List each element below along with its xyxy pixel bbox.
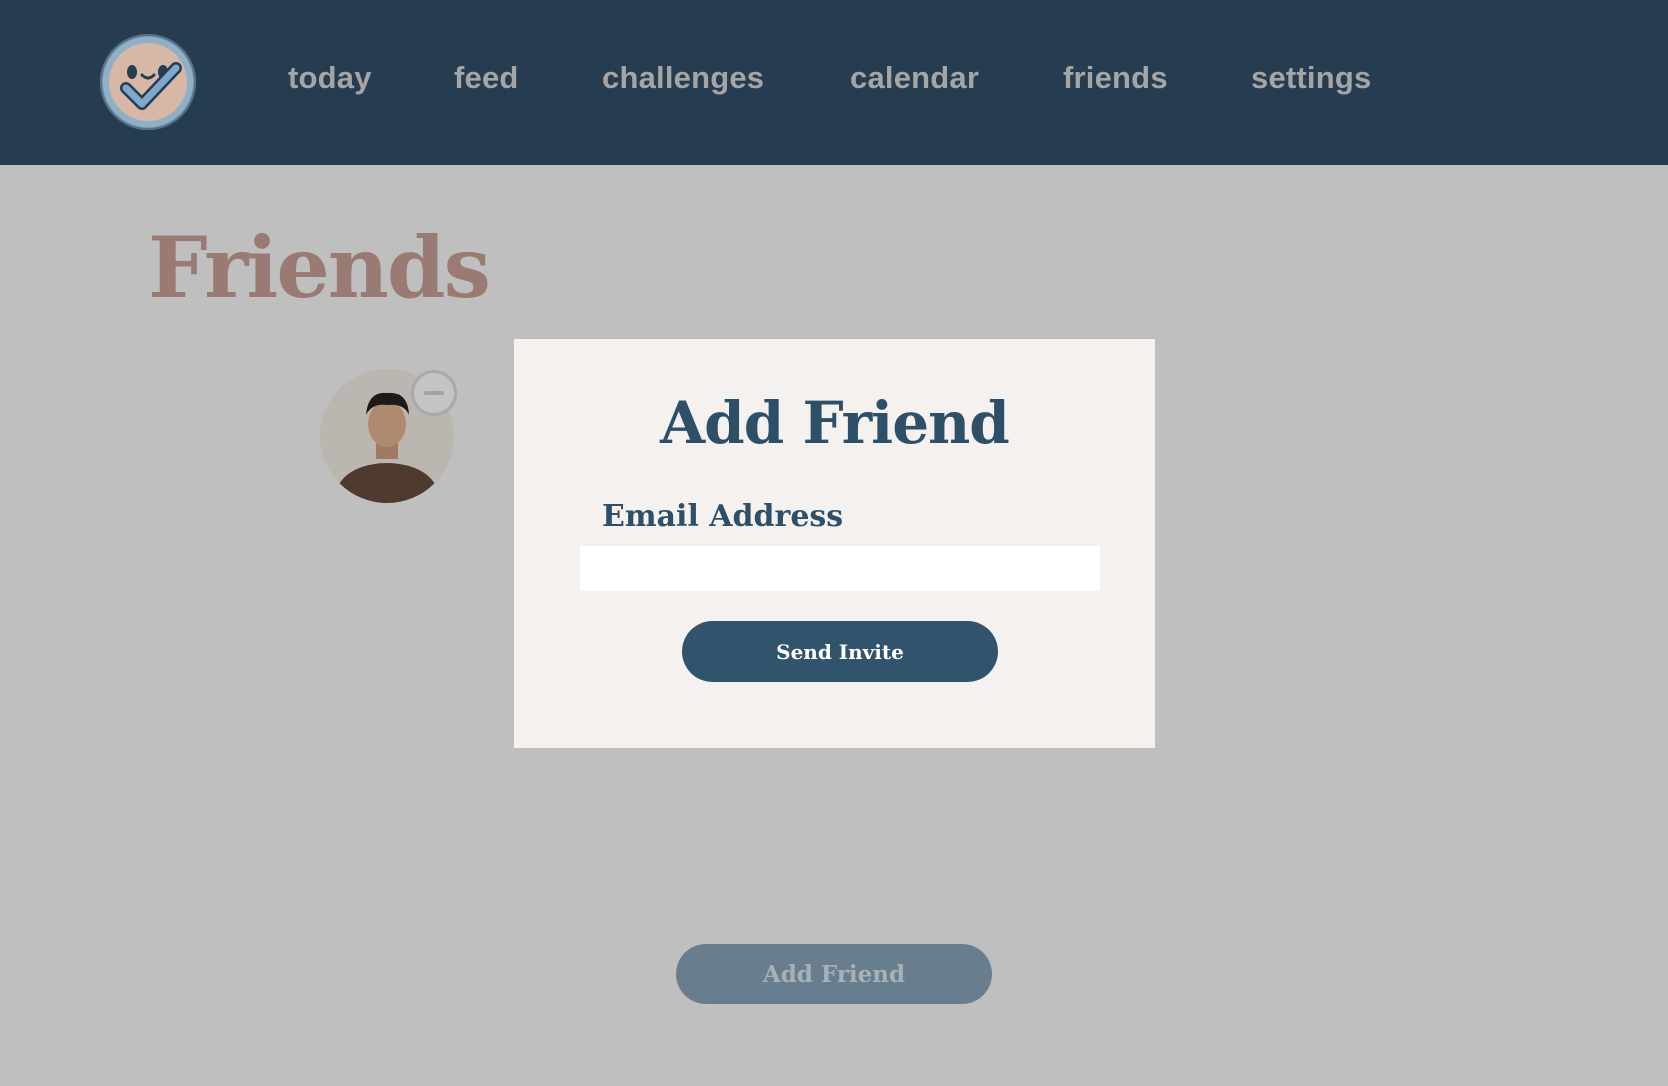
nav-link-settings[interactable]: settings — [1251, 60, 1371, 96]
email-label: Email Address — [602, 499, 844, 534]
remove-friend-button[interactable] — [411, 370, 457, 416]
send-invite-button[interactable]: Send Invite — [682, 621, 998, 682]
nav-link-feed[interactable]: feed — [454, 60, 519, 96]
nav-link-friends[interactable]: friends — [1063, 60, 1168, 96]
top-navbar: today feed challenges calendar friends s… — [0, 0, 1668, 165]
page-title: Friends — [148, 218, 491, 317]
nav-link-today[interactable]: today — [288, 60, 372, 96]
modal-title: Add Friend — [660, 389, 1010, 457]
smiley-checkmark-logo-icon[interactable] — [100, 34, 196, 130]
nav-link-calendar[interactable]: calendar — [850, 60, 979, 96]
email-field[interactable] — [580, 546, 1100, 591]
add-friend-button[interactable]: Add Friend — [676, 944, 992, 1004]
nav-link-challenges[interactable]: challenges — [602, 60, 764, 96]
add-friend-modal: Add Friend Email Address Send Invite — [514, 339, 1155, 748]
